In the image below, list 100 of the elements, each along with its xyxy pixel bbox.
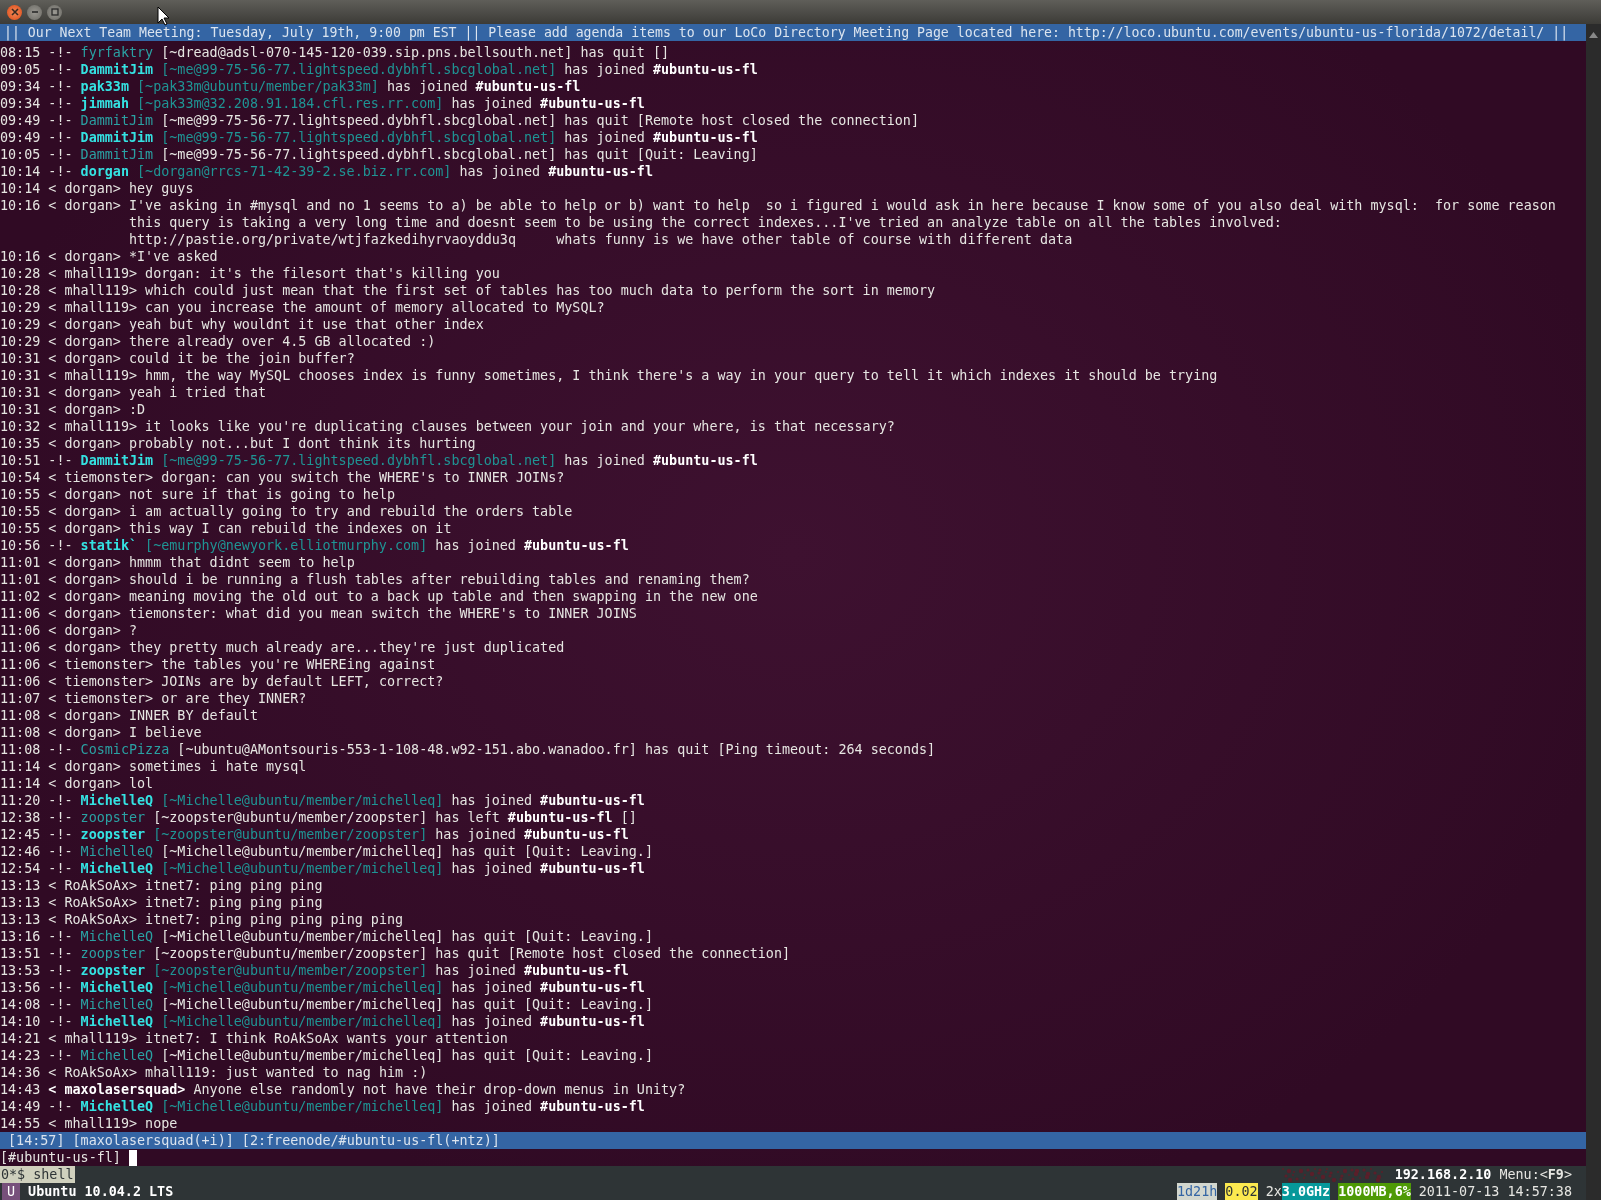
user-host: [~Michelle@ubuntu/member/michelleq]	[161, 792, 444, 809]
event-action: has joined	[451, 1098, 533, 1115]
event-action: has joined	[386, 78, 468, 95]
nickname: < dorgan>	[48, 401, 121, 418]
input-field[interactable]: [#ubuntu-us-fl]	[0, 1149, 1586, 1166]
timestamp: 11:14	[0, 758, 41, 775]
nickname: < dorgan>	[48, 180, 121, 197]
event-marker: -!-	[48, 1013, 73, 1030]
nickname: < mhall119>	[48, 1115, 138, 1132]
timestamp: 13:13	[0, 894, 41, 911]
timestamp: 14:49	[0, 1098, 41, 1115]
event-marker: -!-	[48, 78, 73, 95]
timestamp: 14:10	[0, 1013, 41, 1030]
nickname: MichelleQ	[80, 792, 154, 809]
mouse-pointer-icon	[157, 6, 170, 26]
user-host: [~zoopster@ubuntu/member/zoopster]	[153, 826, 428, 843]
timestamp: 11:02	[0, 588, 41, 605]
scroll-up-icon[interactable]	[1589, 32, 1598, 38]
nickname: CosmicPizza	[80, 741, 170, 758]
quit-reason: [Quit: Leaving.]	[523, 843, 653, 860]
user-host: [~me@99-75-56-77.lightspeed.dybhfl.sbcglobal.net]	[161, 112, 557, 129]
timestamp: 10:31	[0, 401, 41, 418]
nickname: < mhall119>	[48, 418, 138, 435]
nickname: < RoAkSoAx>	[48, 1064, 138, 1081]
event-marker: -!-	[48, 945, 73, 962]
user-host: [~me@99-75-56-77.lightspeed.dybhfl.sbcglobal.net]	[161, 129, 557, 146]
event-action: has joined	[435, 962, 516, 979]
user-host: [~Michelle@ubuntu/member/michelleq]	[161, 996, 444, 1013]
user-host: [~zoopster@ubuntu/member/zoopster]	[153, 809, 428, 826]
message-text: this query is taking a very long time and doesnt seem to be using the correct indexes...I've tried an analyze table on all the tables involved:	[129, 214, 1282, 231]
message-text: tiemonster: what did you mean switch the WHERE's to INNER JOINS	[128, 605, 637, 622]
user-host: [~ubuntu@AMontsouris-553-1-108-48.w92-151.abo.wanadoo.fr]	[177, 741, 637, 758]
nickname: < dorgan>	[48, 571, 121, 588]
timestamp: 10:32	[0, 418, 41, 435]
message-text: hey guys	[128, 180, 194, 197]
timestamp: 11:01	[0, 554, 41, 571]
cpu-count-status: 2x	[1265, 1183, 1282, 1200]
text-cursor	[129, 1149, 137, 1166]
event-marker: -!-	[48, 163, 73, 180]
message-text: yeah i tried that	[128, 384, 267, 401]
channel-name: #ubuntu-us-fl	[540, 860, 645, 877]
timestamp: 10:54	[0, 469, 41, 486]
menu-hint: Menu:<F9>	[1499, 1166, 1572, 1183]
minimize-button[interactable]	[27, 4, 42, 20]
status-item: [14:57]	[8, 1132, 65, 1149]
event-marker: -!-	[48, 95, 73, 112]
timestamp: 10:16	[0, 248, 41, 265]
window-tab[interactable]: 0*$ shell	[0, 1166, 75, 1183]
message-text: itnet7: ping ping ping ping ping	[145, 911, 404, 928]
timestamp: 10:55	[0, 486, 41, 503]
channel-name: #ubuntu-us-fl	[507, 809, 613, 826]
message-text: http://pastie.org/private/wtjfazkedihyrvaoyddu3q whats funny is we have other table of course with different data	[129, 231, 1073, 248]
event-marker: -!-	[48, 996, 73, 1013]
timestamp: 10:35	[0, 435, 41, 452]
event-action: has quit	[564, 146, 629, 163]
message-text: dorgan: can you switch the WHERE's to INNER JOINs?	[161, 469, 565, 486]
user-host: [~dread@adsl-070-145-120-039.sip.pns.bellsouth.net]	[161, 44, 573, 61]
channel-name: #ubuntu-us-fl	[540, 1013, 645, 1030]
nickname: DammitJim	[80, 452, 154, 469]
event-marker: -!-	[48, 1047, 73, 1064]
timestamp: 11:08	[0, 724, 41, 741]
nickname: DammitJim	[80, 61, 154, 78]
user-host: [~Michelle@ubuntu/member/michelleq]	[161, 1098, 444, 1115]
nickname: < mhall119>	[48, 367, 138, 384]
message-text: there already over 4.5 GB allocated :)	[128, 333, 436, 350]
quit-reason: []	[652, 44, 670, 61]
nickname: < dorgan>	[48, 605, 121, 622]
quit-reason: [Ping timeout: 264 seconds]	[717, 741, 936, 758]
maximize-button[interactable]	[47, 4, 62, 20]
nickname: MichelleQ	[80, 1047, 154, 1064]
timestamp: 13:16	[0, 928, 41, 945]
event-action: has quit	[644, 741, 710, 758]
timestamp: 10:28	[0, 265, 41, 282]
message-text: dorgan: it's the filesort that's killing you	[145, 265, 500, 282]
message-text: which could just mean that the first set of tables has too much data to perform the sort in memory	[145, 282, 936, 299]
nickname: < dorgan>	[48, 639, 121, 656]
os-name: Ubuntu 10.04.2 LTS	[28, 1183, 174, 1200]
timestamp: 10:29	[0, 316, 41, 333]
event-action: has joined	[459, 163, 541, 180]
event-marker: -!-	[48, 962, 73, 979]
timestamp: 13:13	[0, 877, 41, 894]
event-action: has joined	[451, 792, 533, 809]
timestamp: 14:36	[0, 1064, 41, 1081]
nickname: < tiemonster>	[48, 673, 154, 690]
message-text: JOINs are by default LEFT, correct?	[161, 673, 444, 690]
close-icon	[10, 8, 19, 16]
nickname: < dorgan>	[48, 724, 121, 741]
user-host: [~me@99-75-56-77.lightspeed.dybhfl.sbcglobal.net]	[161, 452, 557, 469]
nickname: < dorgan>	[48, 248, 121, 265]
nickname: statik`	[80, 537, 138, 554]
message-text: nope	[145, 1115, 178, 1132]
timestamp: 10:51	[0, 452, 41, 469]
nickname: < dorgan>	[48, 588, 121, 605]
message-text: this way I can rebuild the indexes on it	[128, 520, 452, 537]
nickname: < RoAkSoAx>	[48, 894, 138, 911]
close-button[interactable]	[7, 4, 22, 20]
nickname: < mhall119>	[48, 265, 138, 282]
scrollbar[interactable]	[1586, 24, 1601, 1200]
nickname: < maxolasersquad>	[48, 1081, 186, 1098]
channel-name: #ubuntu-us-fl	[523, 826, 629, 843]
